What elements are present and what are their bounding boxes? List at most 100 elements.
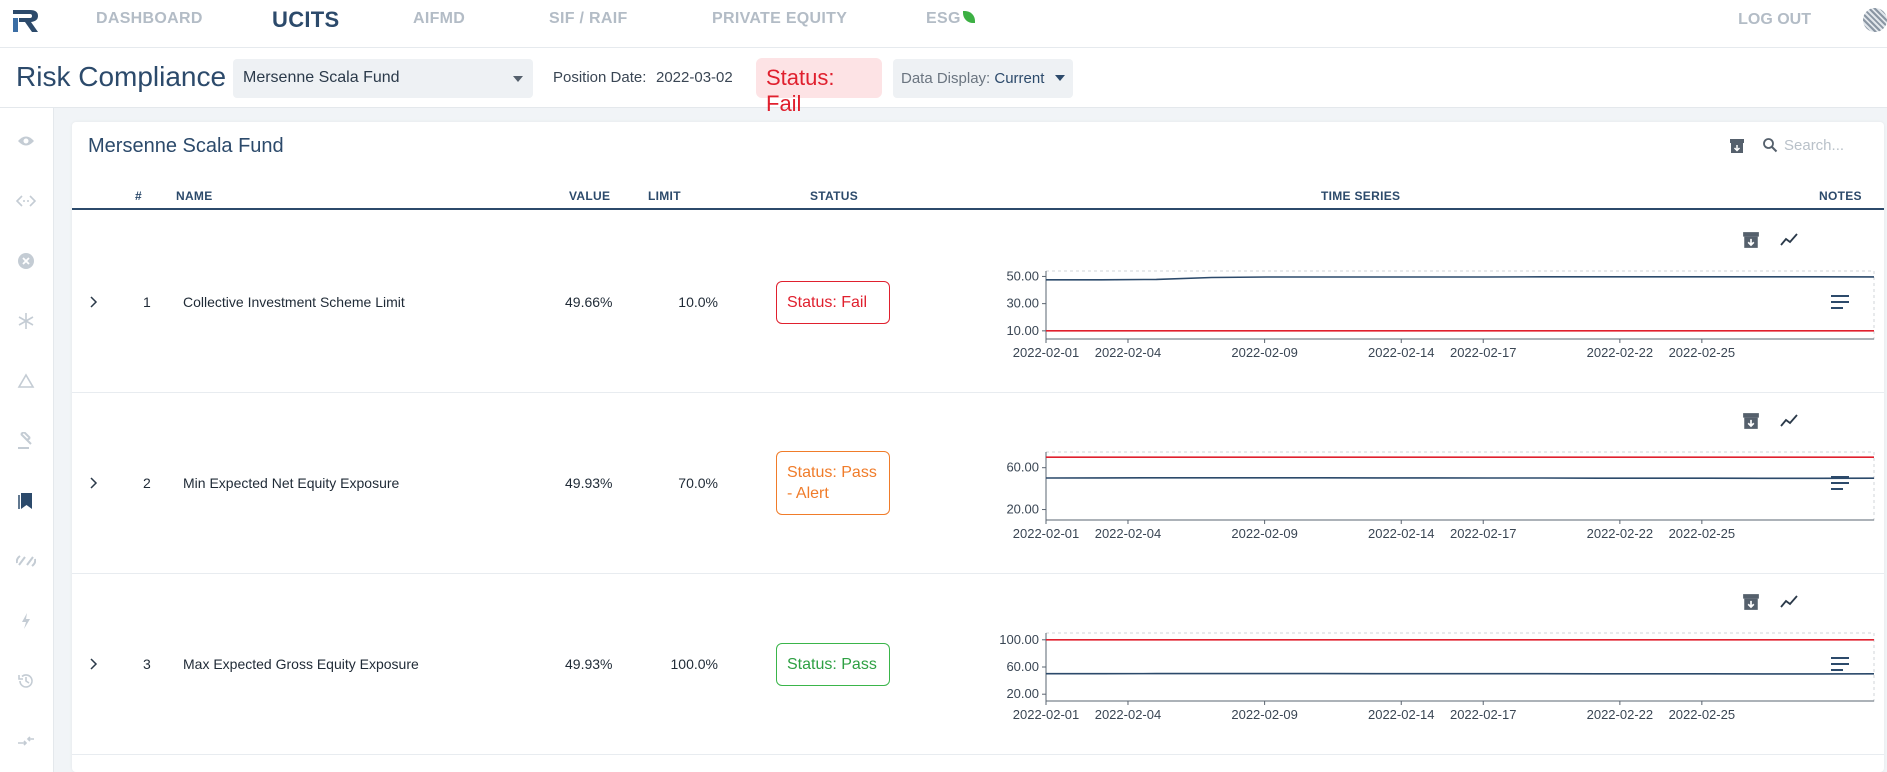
table-row: 2 Min Expected Net Equity Exposure 49.93…: [72, 393, 1884, 574]
compare-arrows-icon[interactable]: [15, 730, 37, 752]
close-circle-icon[interactable]: [15, 250, 37, 272]
lightning-icon[interactable]: [15, 610, 37, 632]
data-display-label: Data Display:: [901, 70, 991, 87]
row-value: 49.66%: [565, 294, 613, 310]
row-number: 1: [143, 294, 151, 310]
search-input[interactable]: [1784, 137, 1878, 154]
col-header-value[interactable]: VALUE: [569, 189, 610, 203]
y-tick-label: 20.00: [1006, 686, 1039, 701]
y-tick-label: 50.00: [1006, 268, 1039, 283]
x-tick-label: 2022-02-14: [1368, 707, 1435, 722]
archive-download-icon[interactable]: [1729, 138, 1745, 154]
x-tick-label: 2022-02-09: [1231, 707, 1298, 722]
data-display-value: Current: [994, 70, 1045, 87]
row-limit: 10.0%: [678, 294, 718, 310]
eye-icon[interactable]: [15, 130, 37, 152]
row-name: Min Expected Net Equity Exposure: [183, 475, 400, 491]
history-icon[interactable]: [15, 670, 37, 692]
x-tick-label: 2022-02-04: [1095, 707, 1162, 722]
gavel-icon[interactable]: [15, 430, 37, 452]
nav-item-ucits[interactable]: UCITS: [272, 7, 340, 33]
caret-down-icon: [1054, 75, 1065, 81]
x-tick-label: 2022-02-25: [1669, 526, 1736, 541]
row-name: Max Expected Gross Equity Exposure: [183, 656, 419, 672]
x-tick-label: 2022-02-25: [1669, 707, 1736, 722]
row-value: 49.93%: [565, 475, 613, 491]
avatar[interactable]: [1863, 8, 1887, 32]
triangle-icon[interactable]: [15, 370, 37, 392]
y-tick-label: 100.00: [999, 632, 1039, 647]
row-status-badge: Status: Pass - Alert: [776, 451, 890, 515]
page-title: Risk Compliance: [16, 61, 227, 92]
series-line-value: [1045, 476, 1875, 480]
nav-item-aifmd[interactable]: AIFMD: [413, 10, 465, 28]
link-off-icon[interactable]: [15, 550, 37, 572]
row-number: 2: [143, 475, 151, 491]
archive-download-icon[interactable]: [1742, 593, 1760, 611]
nav-item-sif-raif[interactable]: SIF / RAIF: [549, 10, 628, 28]
x-tick-label: 2022-02-09: [1231, 345, 1298, 360]
time-series-chart: 20.00 60.00 2022-02-01 2022-02-04 2022-02-09…: [1006, 451, 1875, 541]
nav-item-dashboard[interactable]: DASHBOARD: [96, 10, 203, 28]
x-tick-label: 2022-02-04: [1095, 345, 1162, 360]
col-header-name[interactable]: NAME: [176, 189, 213, 203]
bookmark-icon[interactable]: [15, 490, 37, 512]
col-header-num[interactable]: #: [135, 189, 142, 203]
row-name: Collective Investment Scheme Limit: [183, 294, 405, 310]
row-status-badge: Status: Fail: [776, 280, 890, 324]
table-header: # NAME VALUE LIMIT STATUS TIME SERIES NO…: [72, 180, 1884, 210]
logo-icon[interactable]: [10, 5, 42, 37]
x-tick-label: 2022-02-04: [1095, 526, 1162, 541]
plot-frame: [1045, 451, 1875, 521]
nav-item-esg[interactable]: ESG: [926, 10, 975, 28]
search-icon: [1763, 138, 1778, 153]
row-status-badge: Status: Pass: [776, 642, 890, 686]
col-header-limit[interactable]: LIMIT: [648, 189, 681, 203]
leaf-icon: [962, 11, 975, 23]
nav-item-private-equity[interactable]: PRIVATE EQUITY: [712, 10, 847, 28]
code-arrows-icon[interactable]: [15, 190, 37, 212]
chevron-right-icon[interactable]: [86, 294, 102, 310]
trending-line-icon[interactable]: [1780, 593, 1798, 611]
y-tick-label: 30.00: [1006, 296, 1039, 311]
x-tick-label: 2022-02-22: [1587, 526, 1654, 541]
nav-item-label: DASHBOARD: [96, 10, 203, 27]
trending-line-icon[interactable]: [1780, 412, 1798, 430]
page-toolbar: Risk Compliance Mersenne Scala Fund Posi…: [0, 48, 1887, 116]
row-number: 3: [143, 656, 151, 672]
x-tick-label: 2022-02-17: [1450, 707, 1517, 722]
trending-line-icon[interactable]: [1780, 231, 1798, 249]
x-tick-label: 2022-02-14: [1368, 345, 1435, 360]
row-limit: 100.0%: [670, 656, 718, 672]
x-tick-label: 2022-02-17: [1450, 345, 1517, 360]
axis-line: [1045, 271, 1874, 340]
chevron-right-icon[interactable]: [86, 656, 102, 672]
snowflake-icon[interactable]: [15, 310, 37, 332]
x-tick-label: 2022-02-14: [1368, 526, 1435, 541]
axis-line: [1045, 633, 1874, 702]
search-box[interactable]: [1762, 135, 1878, 159]
card-title: Mersenne Scala Fund: [88, 135, 284, 157]
fund-select-value: Mersenne Scala Fund: [243, 69, 400, 86]
data-display-select[interactable]: Data Display: Current: [893, 59, 1073, 98]
time-series-chart: 10.00 30.00 50.00 2022-02-01 2022-02-04 2022-…: [1006, 268, 1875, 360]
col-header-time-series: TIME SERIES: [1321, 189, 1401, 203]
table-row: 1 Collective Investment Scheme Limit 49.…: [72, 212, 1884, 393]
position-date-label: Position Date:: [553, 69, 647, 86]
position-date-value: 2022-03-02: [656, 69, 733, 86]
y-tick-label: 60.00: [1006, 659, 1039, 674]
fund-select[interactable]: Mersenne Scala Fund: [233, 59, 533, 98]
archive-download-icon[interactable]: [1742, 231, 1760, 249]
chevron-right-icon[interactable]: [86, 475, 102, 491]
x-tick-label: 2022-02-01: [1013, 526, 1080, 541]
axis-line: [1045, 452, 1874, 521]
top-navigation: DASHBOARD UCITS AIFMD SIF / RAIF PRIVATE EQU…: [0, 0, 1887, 48]
col-header-status[interactable]: STATUS: [810, 189, 858, 203]
y-tick-label: 10.00: [1006, 323, 1039, 338]
y-tick-label: 20.00: [1006, 502, 1039, 517]
overall-status-badge: Status: Fail: [756, 58, 882, 116]
logout-link[interactable]: LOG OUT: [1738, 11, 1811, 29]
plot-frame: [1045, 632, 1875, 702]
archive-download-icon[interactable]: [1742, 412, 1760, 430]
x-tick-label: 2022-02-01: [1013, 707, 1080, 722]
